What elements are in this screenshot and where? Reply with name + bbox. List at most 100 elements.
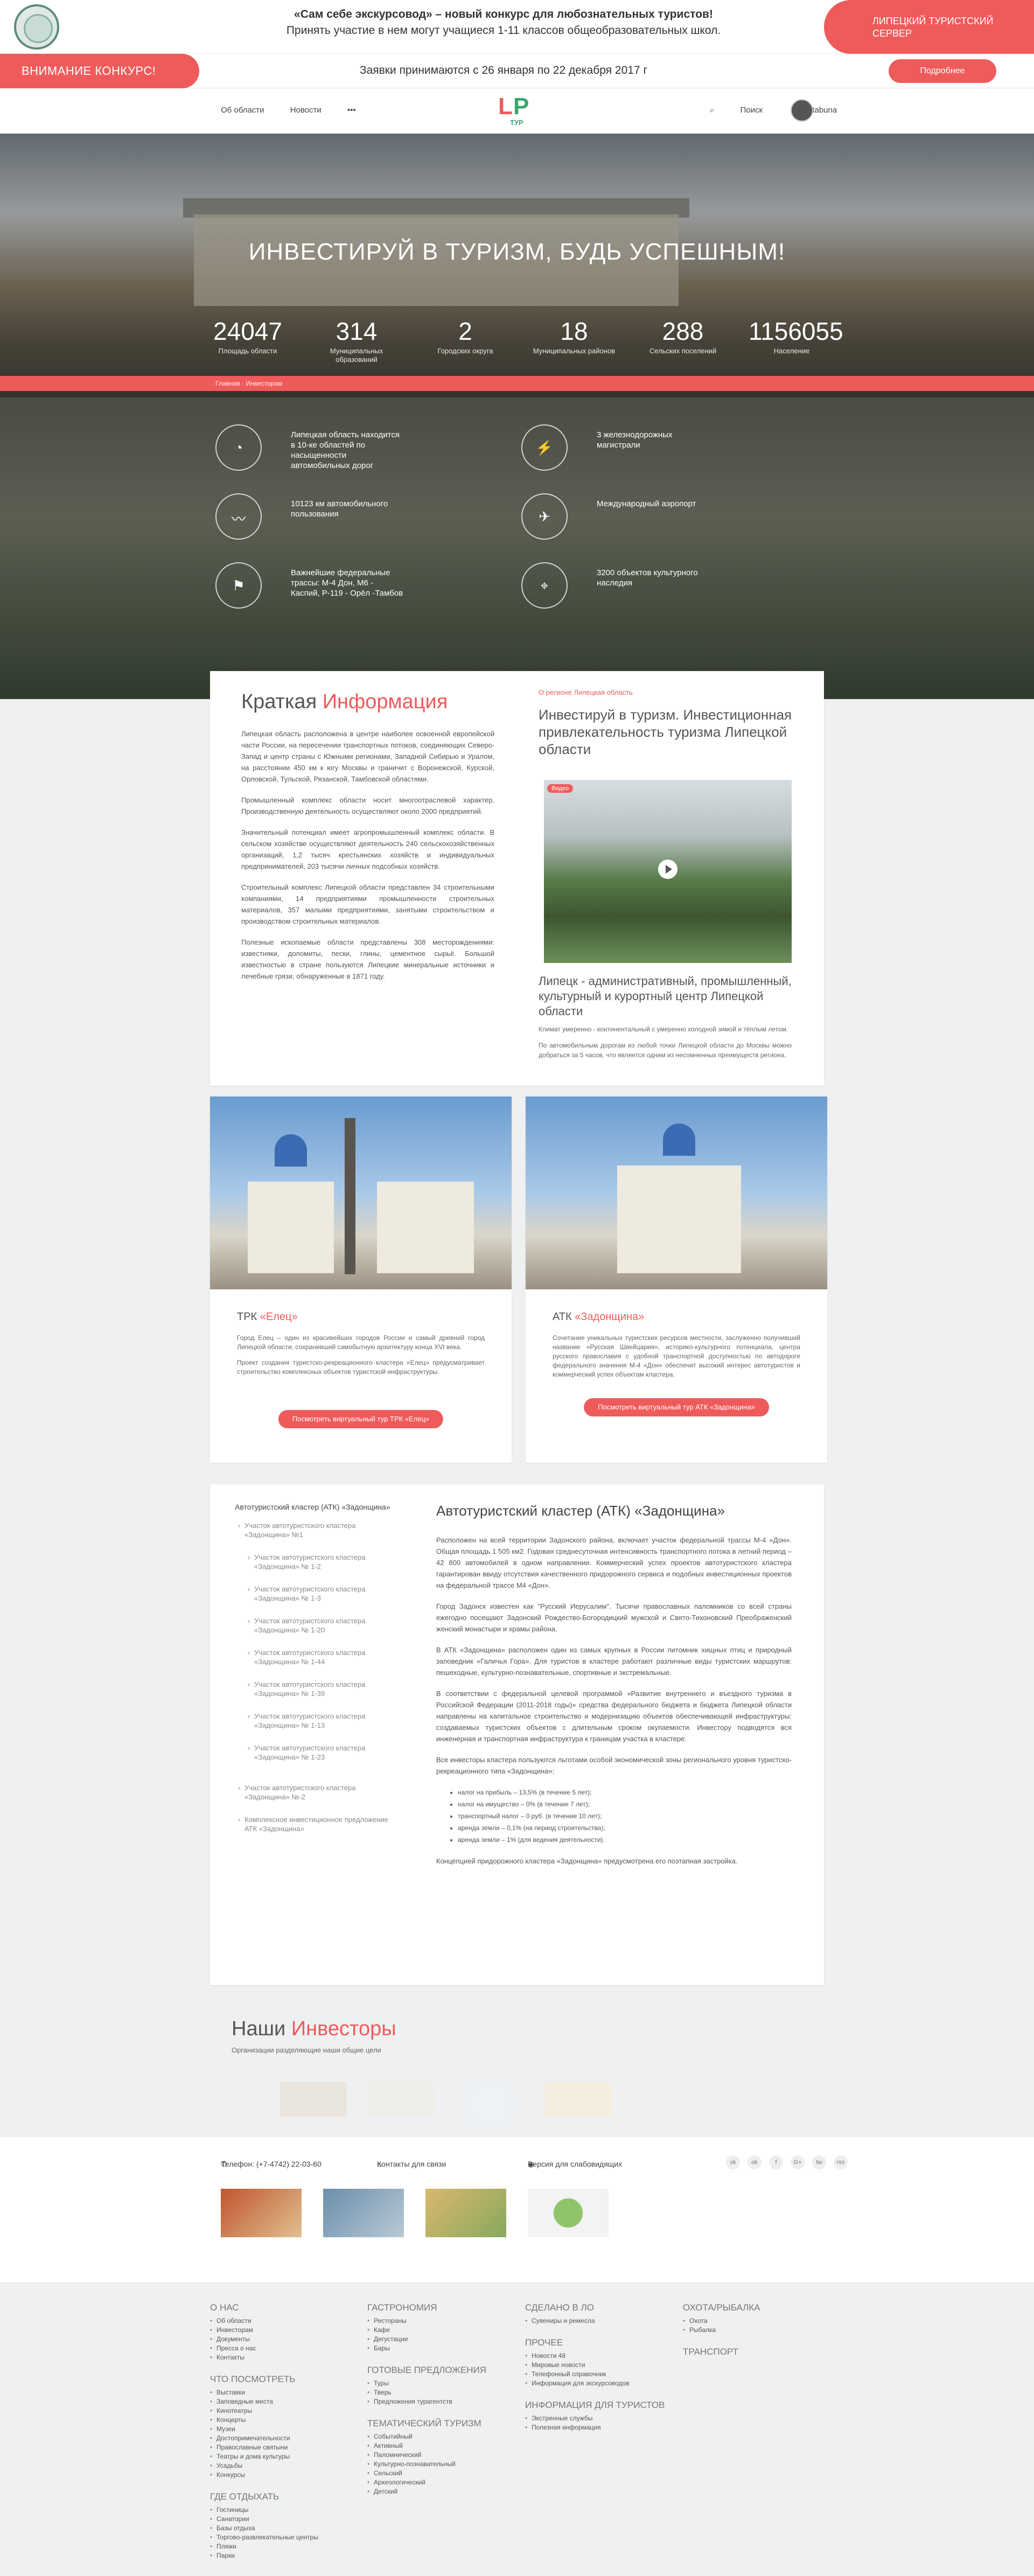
footer-link[interactable]: Событийный	[367, 2432, 486, 2441]
partner-banner[interactable]	[425, 2189, 506, 2237]
footer-link[interactable]: Активный	[367, 2441, 486, 2451]
footer-link[interactable]: Торгово-развлекательные центры	[210, 2533, 318, 2542]
footer-link[interactable]: Телефонный справочник	[525, 2370, 665, 2379]
footer-link[interactable]: Детский	[367, 2487, 486, 2496]
footer-link[interactable]: Документы	[210, 2335, 318, 2344]
footer-link[interactable]: Рестораны	[367, 2316, 486, 2326]
footer-link[interactable]: Санатории	[210, 2515, 318, 2524]
nav-more-button[interactable]: •••	[347, 106, 356, 115]
virtual-tour-elets-button[interactable]: Посмотреть виртуальный тур ТРК «Елец»	[278, 1410, 444, 1428]
site-logo[interactable]: L P ТУР	[498, 94, 532, 128]
partner-banner[interactable]	[323, 2189, 404, 2237]
footer-link[interactable]: Мировые новости	[525, 2361, 665, 2370]
footer-link[interactable]: Об области	[210, 2316, 318, 2326]
partner-banner[interactable]	[221, 2189, 302, 2237]
investor-logo[interactable]	[467, 2082, 513, 2127]
tourist-server-link[interactable]: ЛИПЕЦКИЙ ТУРИСТСКИЙ СЕРВЕР	[824, 0, 1034, 54]
investor-logo[interactable]	[280, 2082, 347, 2117]
footer-heading[interactable]: ОХОТА/РЫБАЛКА	[683, 2302, 760, 2313]
footer-link[interactable]: Культурно-познавательный	[367, 2460, 486, 2469]
investor-logo[interactable]	[545, 2082, 612, 2117]
search-link[interactable]: ⌕ Поиск	[710, 106, 786, 115]
investor-logo[interactable]	[368, 2082, 435, 2117]
footer-heading[interactable]: О НАС	[210, 2302, 318, 2313]
rss-icon[interactable]: rss	[834, 2155, 848, 2169]
atk-sidebar-item[interactable]: Участок автотуристского кластера «Задонщ…	[235, 1680, 396, 1698]
footer-link[interactable]: Театры и дома культуры	[210, 2452, 318, 2461]
region-emblem-logo[interactable]	[14, 4, 59, 50]
footer-link[interactable]: Новости 48	[525, 2351, 665, 2361]
atk-sidebar-item[interactable]: Участок автотуристского кластера «Задонщ…	[235, 1783, 396, 1802]
footer-link[interactable]: Экстренные службы	[525, 2414, 665, 2423]
avatar[interactable]	[791, 99, 813, 122]
footer-heading[interactable]: ТРАНСПОРТ	[683, 2347, 760, 2357]
play-icon[interactable]	[658, 860, 677, 879]
footer-link[interactable]: Достопримечательности	[210, 2434, 318, 2443]
footer-link[interactable]: Концерты	[210, 2416, 318, 2425]
footer-heading[interactable]: ГОТОВЫЕ ПРЕДЛОЖЕНИЯ	[367, 2365, 486, 2376]
footer-link[interactable]: Предложения турагентств	[367, 2397, 486, 2406]
footer-link[interactable]: Базы отдыха	[210, 2524, 318, 2533]
footer-link[interactable]: Православные святыни	[210, 2443, 318, 2452]
footer-link[interactable]: Рыбалка	[683, 2326, 760, 2335]
footer-link[interactable]: Контакты	[210, 2353, 318, 2362]
video-player[interactable]: Видео	[544, 780, 792, 963]
user-name[interactable]: tabuna	[812, 106, 837, 115]
nav-link-news[interactable]: Новости	[290, 106, 322, 115]
footer-link[interactable]: Гостиницы	[210, 2505, 318, 2515]
footer-heading[interactable]: ПРОЧЕЕ	[525, 2337, 665, 2348]
breadcrumb[interactable]: Главная · Инвесторам	[215, 380, 282, 387]
info-card: Краткая Информация Липецкая область расп…	[210, 671, 824, 1086]
footer-link[interactable]: Охота	[683, 2316, 760, 2326]
atk-sidebar-item[interactable]: Участок автотуристского кластера «Задонщ…	[235, 1584, 396, 1603]
footer-link[interactable]: Заповедные места	[210, 2397, 318, 2406]
vk-icon[interactable]: vk	[726, 2155, 740, 2169]
footer-link[interactable]: Информация для экскурсоводов	[525, 2379, 665, 2388]
footer-link[interactable]: Усадьбы	[210, 2461, 318, 2470]
footer-heading[interactable]: ЧТО ПОСМОТРЕТЬ	[210, 2374, 318, 2385]
footer-link[interactable]: Полезная информация	[525, 2423, 665, 2432]
footer-link[interactable]: Археологический	[367, 2478, 486, 2487]
footer-heading[interactable]: СДЕЛАНО В ЛО	[525, 2302, 665, 2313]
footer-link[interactable]: Пресса о нас	[210, 2344, 318, 2353]
footer-heading[interactable]: ИНФОРМАЦИЯ ДЛЯ ТУРИСТОВ	[525, 2400, 665, 2411]
features-band: ◔ Липецкая область находится в 10-ке обла…	[0, 397, 1034, 699]
atk-sidebar-item[interactable]: Комплексное инвестиционное предложение А…	[235, 1815, 396, 1833]
footer-link[interactable]: Конкурсы	[210, 2470, 318, 2480]
atk-sidebar-item[interactable]: Участок автотуристского кластера «Задонщ…	[235, 1648, 396, 1666]
ok-icon[interactable]: ok	[747, 2155, 761, 2169]
region-link[interactable]: О регионе Липецкая область	[539, 688, 797, 696]
nav-link-about[interactable]: Об области	[221, 106, 264, 115]
virtual-tour-zadonshchina-button[interactable]: Посмотреть виртуальный тур АТК «Задонщин…	[584, 1398, 769, 1416]
twitter-icon[interactable]: tw	[812, 2155, 826, 2169]
footer-link[interactable]: Пляжи	[210, 2542, 318, 2551]
footer-link[interactable]: Бары	[367, 2344, 486, 2353]
stat-value: 1156055	[749, 317, 843, 345]
atk-sidebar-item[interactable]: Участок автотуристского кластера «Задонщ…	[235, 1743, 396, 1762]
footer-link[interactable]: Выставки	[210, 2388, 318, 2397]
footer-link[interactable]: Дегустации	[367, 2335, 486, 2344]
footer-link[interactable]: Парки	[210, 2551, 318, 2560]
google-plus-icon[interactable]: G+	[791, 2155, 805, 2169]
footer-link[interactable]: Тверь	[367, 2388, 486, 2397]
atk-sidebar-item[interactable]: Участок автотуристского кластера «Задонщ…	[235, 1553, 396, 1571]
atk-sidebar-item[interactable]: Участок автотуристского кластера «Задонщ…	[235, 1712, 396, 1730]
footer-link[interactable]: Сувениры и ремесла	[525, 2316, 665, 2326]
details-button[interactable]: Подробнее	[889, 59, 996, 83]
atk-sidebar-head[interactable]: Автотуристский кластер (АТК) «Задонщина»	[235, 1503, 396, 1511]
footer-link[interactable]: Музеи	[210, 2425, 318, 2434]
footer-link[interactable]: Паломнический	[367, 2451, 486, 2460]
partner-banner[interactable]	[528, 2189, 609, 2237]
footer-link[interactable]: Кинотеатры	[210, 2406, 318, 2416]
footer-heading[interactable]: ГАСТРОНОМИЯ	[367, 2302, 486, 2313]
footer-link[interactable]: Сельский	[367, 2469, 486, 2478]
footer-heading[interactable]: ГДЕ ОТДЫХАТЬ	[210, 2491, 318, 2502]
footer-link[interactable]: Кафе	[367, 2326, 486, 2335]
footer-link[interactable]: Туры	[367, 2379, 486, 2388]
facebook-icon[interactable]: f	[769, 2155, 783, 2169]
stat-value: 24047	[213, 317, 282, 345]
footer-link[interactable]: Инвесторам	[210, 2326, 318, 2335]
footer-heading[interactable]: ТЕМАТИЧЕСКИЙ ТУРИЗМ	[367, 2418, 486, 2429]
atk-sidebar-item[interactable]: Участок автотуристского кластера «Задонщ…	[235, 1521, 396, 1539]
atk-sidebar-item[interactable]: Участок автотуристского кластера «Задонщ…	[235, 1616, 396, 1635]
